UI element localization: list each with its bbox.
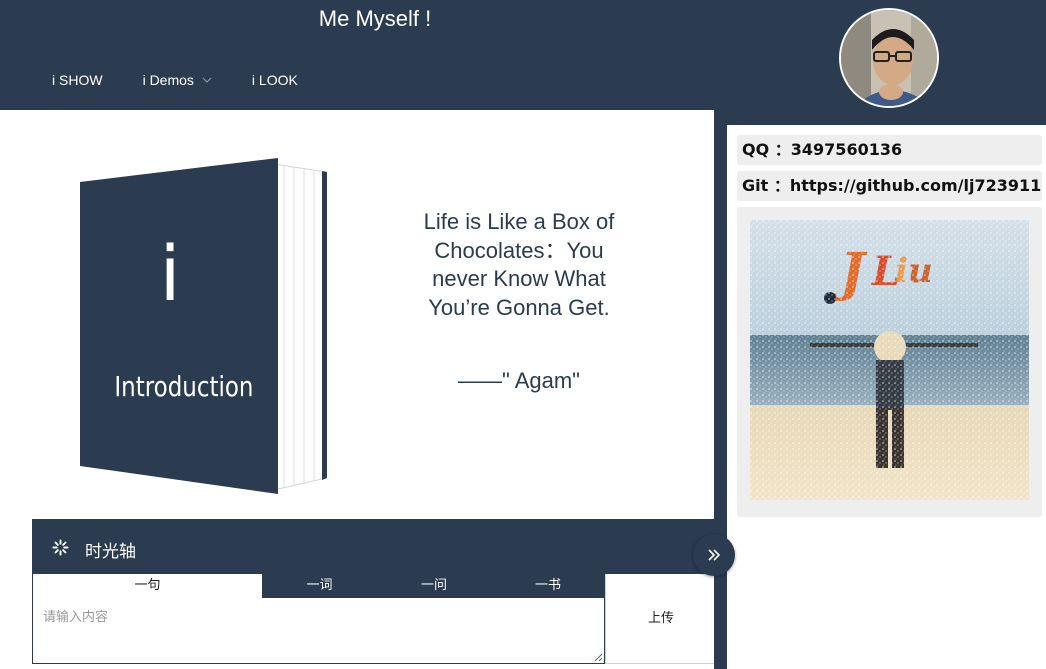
avatar	[839, 8, 939, 108]
nav-item-label: i LOOK	[251, 72, 298, 88]
git-info[interactable]: Git ：https://github.com/lj723911	[737, 171, 1042, 201]
top-header: Me Myself ! i SHOW i Demos i LOOK	[0, 0, 714, 110]
quote-text: Life is Like a Box of Chocolates：You nev…	[423, 209, 615, 320]
quote-author: ——" Agam"	[458, 368, 580, 393]
nav-item-label: i SHOW	[52, 72, 103, 88]
nav-item-demos[interactable]: i Demos	[143, 72, 212, 88]
qq-info: QQ ：3497560136	[737, 135, 1042, 165]
timeline-tabs: 一句 一词 一问 一书	[33, 574, 605, 598]
nav-item-label: i Demos	[142, 72, 194, 88]
timeline-title: 时光轴	[85, 542, 136, 562]
resize-grip-icon[interactable]	[594, 653, 602, 661]
chevron-down-icon	[202, 77, 212, 83]
beach-photo: J L i u	[750, 220, 1029, 500]
main-nav: i SHOW i Demos i LOOK	[52, 72, 338, 88]
profile-sidebar: QQ ：3497560136 Git ：https://github.com/l…	[714, 0, 1046, 669]
timeline-header: 时光轴	[32, 519, 714, 574]
timeline-input-area: 一句 一词 一问 一书	[32, 574, 605, 664]
tab-book[interactable]: 一书	[491, 574, 605, 598]
nav-item-show[interactable]: i SHOW	[52, 72, 103, 88]
nav-item-look[interactable]: i LOOK	[252, 72, 298, 88]
introduction-book[interactable]: i Introduction	[78, 158, 328, 494]
beach-photo-image: J L i u	[750, 220, 1029, 500]
book-title: Introduction	[114, 370, 254, 403]
tab-question[interactable]: 一问	[377, 574, 491, 598]
timeline-body: 一句 一词 一问 一书 上传	[32, 574, 714, 664]
book-letter: i	[159, 229, 181, 318]
avatar-photo	[841, 10, 937, 106]
timeline-content-input[interactable]	[33, 598, 604, 662]
timeline-panel: 时光轴 一句 一词 一问 一书 上传	[32, 519, 714, 664]
spinner-icon	[52, 539, 69, 556]
book-illustration	[80, 158, 327, 494]
double-chevron-right-icon	[708, 549, 721, 561]
photo-frame: J L i u	[737, 207, 1042, 517]
upload-area: 上传	[605, 574, 714, 664]
sidebar-toggle-button[interactable]	[693, 534, 735, 576]
tab-sentence[interactable]: 一句	[33, 574, 262, 598]
upload-button[interactable]: 上传	[606, 574, 716, 664]
tab-word[interactable]: 一词	[262, 574, 377, 598]
site-title: Me Myself !	[318, 6, 432, 31]
